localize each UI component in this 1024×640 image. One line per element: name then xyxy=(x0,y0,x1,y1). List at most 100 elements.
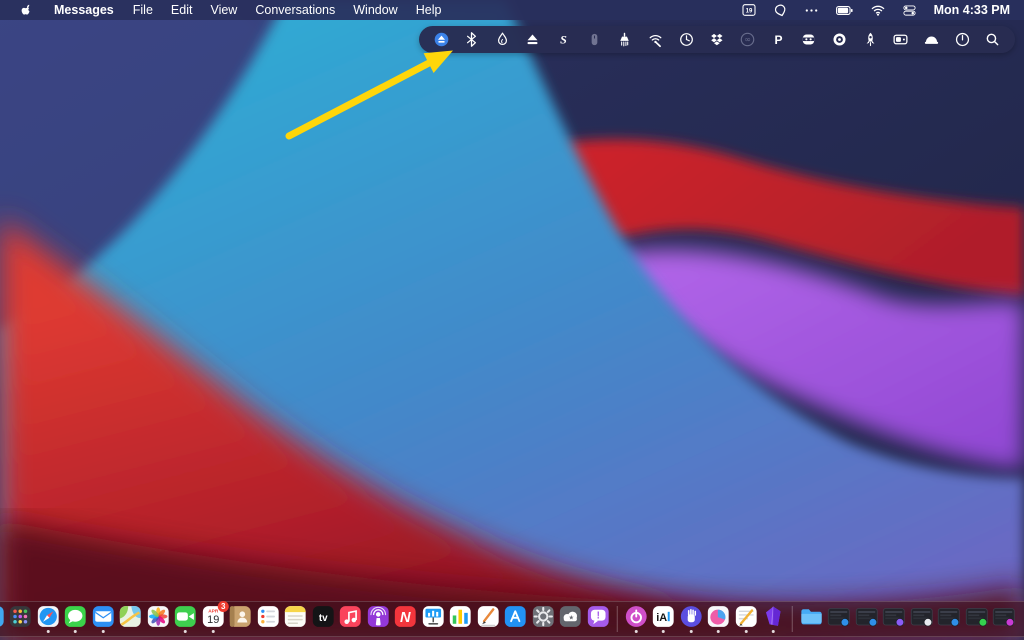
svg-text:S: S xyxy=(560,32,567,46)
dock-icon-mail[interactable] xyxy=(90,604,116,634)
ninja-face-icon[interactable] xyxy=(800,31,818,49)
dock-icon-minimized-window-5[interactable] xyxy=(936,604,962,634)
dock-separator xyxy=(616,606,618,632)
brush-icon[interactable] xyxy=(616,31,634,49)
calendar-date-icon[interactable]: 19 xyxy=(736,0,762,20)
svg-text:iA: iA xyxy=(656,612,667,624)
dock-icon-minimized-window-3[interactable] xyxy=(881,604,907,634)
dock-icon-launchpad[interactable] xyxy=(7,604,33,634)
window-sidebar-icon[interactable] xyxy=(892,31,910,49)
dropbox-icon[interactable] xyxy=(708,31,726,49)
menu-view[interactable]: View xyxy=(201,0,246,20)
running-indicator xyxy=(661,630,665,633)
dock-icon-ia-writer[interactable]: iA xyxy=(650,604,676,634)
menu-bar: Messages File Edit View Conversations Window… xyxy=(0,0,1024,20)
svg-text:19: 19 xyxy=(745,8,752,14)
dock-icon-power-pink-app[interactable] xyxy=(623,604,649,634)
apple-menu[interactable] xyxy=(10,0,44,20)
dock-icon-contacts[interactable] xyxy=(227,604,253,634)
fantastical-icon[interactable] xyxy=(768,0,793,20)
lens-icon[interactable] xyxy=(831,31,849,49)
dock-icon-pie-chart-app[interactable] xyxy=(705,604,731,634)
dock-icon-minimized-window-6[interactable] xyxy=(963,604,989,634)
helmet-icon[interactable] xyxy=(923,31,941,49)
svg-text:!: ! xyxy=(596,610,599,621)
wifi-scanner-icon[interactable] xyxy=(647,31,665,49)
search-icon[interactable] xyxy=(984,31,1002,49)
dock-icon-messages[interactable] xyxy=(62,604,88,634)
dock-icon-news[interactable]: N xyxy=(392,604,418,634)
dock-separator xyxy=(791,606,793,632)
p-logo-icon[interactable]: P xyxy=(769,31,787,49)
dock-icon-safari[interactable] xyxy=(35,604,61,634)
running-indicator xyxy=(716,630,720,633)
menu-bar-left: Messages File Edit View Conversations Window… xyxy=(0,0,450,20)
dock: APR 19 3 tv N ★! iA xyxy=(0,601,1024,637)
running-indicator xyxy=(46,630,50,633)
dock-icon-photos[interactable] xyxy=(145,604,171,634)
s-logo-icon[interactable]: S xyxy=(555,31,573,49)
svg-text:19: 19 xyxy=(207,614,219,626)
adobe-cc-icon[interactable]: ∞ xyxy=(739,31,757,49)
bluetooth-icon[interactable] xyxy=(463,31,481,49)
dock-icon-podcasts[interactable] xyxy=(365,604,391,634)
dock-icon-notepad-pencil-app[interactable] xyxy=(733,604,759,634)
dock-icon-pages[interactable] xyxy=(475,604,501,634)
dock-icon-chat-exclaim-app[interactable]: ! xyxy=(585,604,611,634)
menu-window[interactable]: Window xyxy=(344,0,406,20)
wallpaper xyxy=(0,0,1024,640)
dock-icon-hand-mirror-app[interactable] xyxy=(678,604,704,634)
rocket-icon[interactable] xyxy=(861,31,879,49)
dock-icon-system-preferences[interactable] xyxy=(530,604,556,634)
running-indicator xyxy=(634,630,638,633)
running-indicator xyxy=(689,630,693,633)
battery-icon[interactable] xyxy=(830,0,859,20)
dock-icon-tv[interactable]: tv xyxy=(310,604,336,634)
dock-icon-numbers[interactable] xyxy=(447,604,473,634)
running-indicator xyxy=(211,630,215,633)
dock-icon-minimized-window-4[interactable] xyxy=(908,604,934,634)
dock-icon-cloud-star-app[interactable]: ★ xyxy=(557,604,583,634)
svg-text:∞: ∞ xyxy=(744,35,750,44)
running-indicator xyxy=(744,630,748,633)
dock-icon-minimized-window-1[interactable] xyxy=(826,604,852,634)
dock-icon-notes[interactable] xyxy=(282,604,308,634)
dock-icon-downloads-folder[interactable] xyxy=(798,604,824,634)
menu-conversations[interactable]: Conversations xyxy=(246,0,344,20)
svg-text:P: P xyxy=(774,33,782,47)
svg-text:★: ★ xyxy=(568,615,574,622)
dock-icon-obsidian[interactable] xyxy=(760,604,786,634)
flame-icon[interactable] xyxy=(493,31,511,49)
running-indicator xyxy=(73,630,77,633)
dock-icon-music[interactable] xyxy=(337,604,363,634)
dock-icon-calendar[interactable]: APR 19 3 xyxy=(200,601,229,634)
menu-file[interactable]: File xyxy=(124,0,162,20)
power-ring-icon[interactable] xyxy=(953,31,971,49)
running-indicator xyxy=(101,630,105,633)
menu-bar-clock[interactable]: Mon 4:33 PM xyxy=(928,3,1014,17)
dock-icon-reminders[interactable] xyxy=(255,604,281,634)
dock-icon-finder[interactable] xyxy=(0,604,6,634)
dock-icon-app-store[interactable] xyxy=(502,604,528,634)
dock-icon-keynote[interactable] xyxy=(420,604,446,634)
dock-icon-minimized-window-2[interactable] xyxy=(853,604,879,634)
dock-icon-minimized-window-7[interactable] xyxy=(991,604,1017,634)
app-menu-title[interactable]: Messages xyxy=(44,3,124,17)
running-indicator xyxy=(771,630,775,633)
running-indicator xyxy=(183,630,187,633)
more-ellipsis-icon[interactable] xyxy=(799,0,824,20)
dock-icon-facetime[interactable] xyxy=(172,604,198,634)
menu-edit[interactable]: Edit xyxy=(162,0,202,20)
menu-extras-panel: S ∞ P xyxy=(419,26,1015,53)
mouse-icon[interactable] xyxy=(585,31,603,49)
svg-text:tv: tv xyxy=(318,613,327,624)
eject-icon[interactable] xyxy=(524,31,542,49)
eject-app-icon[interactable] xyxy=(432,31,450,49)
dock-icon-maps[interactable] xyxy=(117,604,143,634)
wifi-icon[interactable] xyxy=(865,0,891,20)
control-center-icon[interactable] xyxy=(897,0,922,20)
menu-help[interactable]: Help xyxy=(407,0,451,20)
svg-text:N: N xyxy=(400,610,411,626)
dock-icon-trash[interactable] xyxy=(1018,604,1024,634)
clock-icon[interactable] xyxy=(677,31,695,49)
